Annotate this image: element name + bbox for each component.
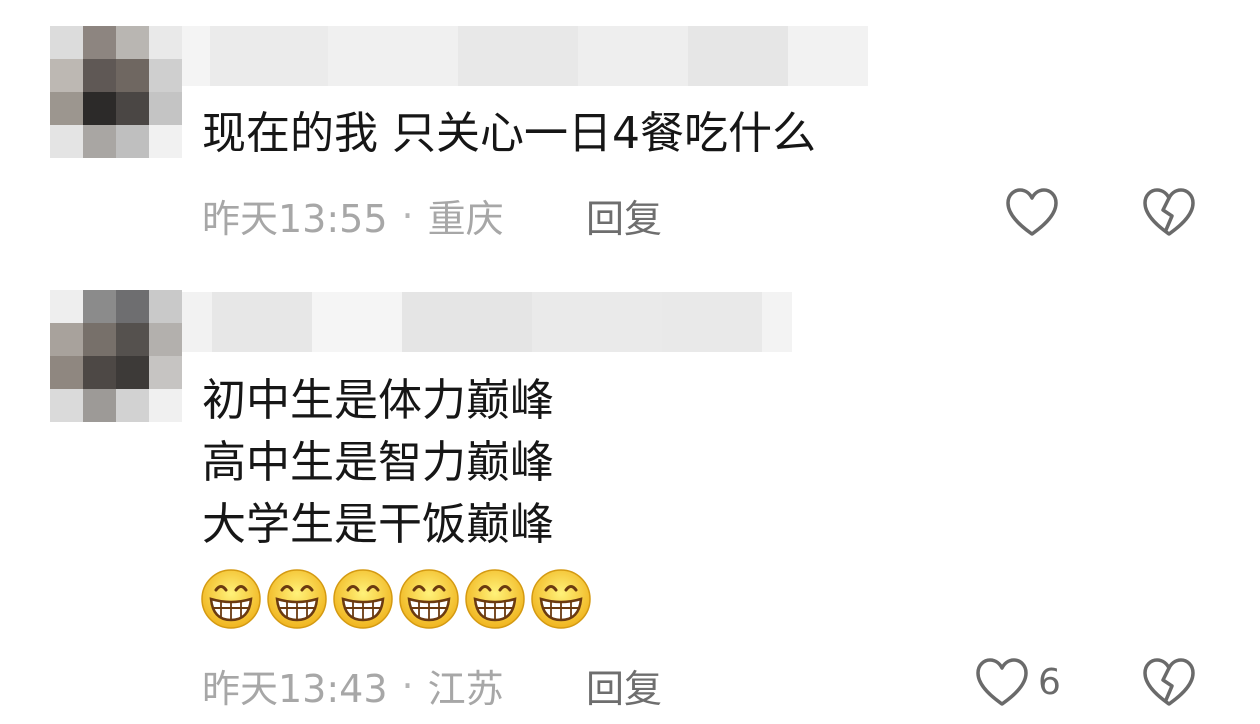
broken-heart-icon [1143,658,1195,706]
grin-emoji [399,569,459,629]
meta-separator: · [401,193,414,238]
comment-item: 初中生是体力巅峰 高中生是智力巅峰 大学生是干饭巅峰 昨天13:43 · 江苏 … [0,270,1260,724]
grin-emoji [201,569,261,629]
like-button[interactable]: 6 [974,656,1061,708]
comment-text-line: 现在的我 只关心一日4餐吃什么 [202,108,816,159]
comment-text-line: 大学生是干饭巅峰 [202,499,554,550]
heart-outline-icon [976,658,1028,706]
like-button[interactable] [1004,186,1060,238]
timestamp: 昨天13:55 [202,197,388,241]
like-count: 6 [1038,661,1061,703]
comment-meta: 昨天13:43 · 江苏 [202,658,504,713]
grin-emoji [333,569,393,629]
comment-text-line: 高中生是智力巅峰 [202,437,554,488]
timestamp: 昨天13:43 [202,667,388,711]
dislike-button[interactable] [1141,656,1197,708]
grin-emoji [267,569,327,629]
comment-text-line: 初中生是体力巅峰 [202,375,554,426]
comment-text: 初中生是体力巅峰 高中生是智力巅峰 大学生是干饭巅峰 [202,370,554,556]
reply-button[interactable]: 回复 [586,188,662,243]
comment-text: 现在的我 只关心一日4餐吃什么 [202,103,816,165]
location: 重庆 [427,197,504,241]
location: 江苏 [427,667,504,711]
dislike-button[interactable] [1141,186,1197,238]
heart-outline-icon [1006,188,1058,236]
avatar[interactable] [50,26,182,158]
avatar[interactable] [50,290,182,422]
username-blurred[interactable] [182,26,868,86]
meta-separator: · [401,663,414,708]
comment-meta: 昨天13:55 · 重庆 [202,188,504,243]
reply-button[interactable]: 回复 [586,658,662,713]
grin-emoji [531,569,591,629]
grin-emoji [465,569,525,629]
comment-item: 现在的我 只关心一日4餐吃什么 昨天13:55 · 重庆 回复 [0,0,1260,270]
username-blurred[interactable] [182,292,792,352]
emoji-row [200,568,592,630]
broken-heart-icon [1143,188,1195,236]
